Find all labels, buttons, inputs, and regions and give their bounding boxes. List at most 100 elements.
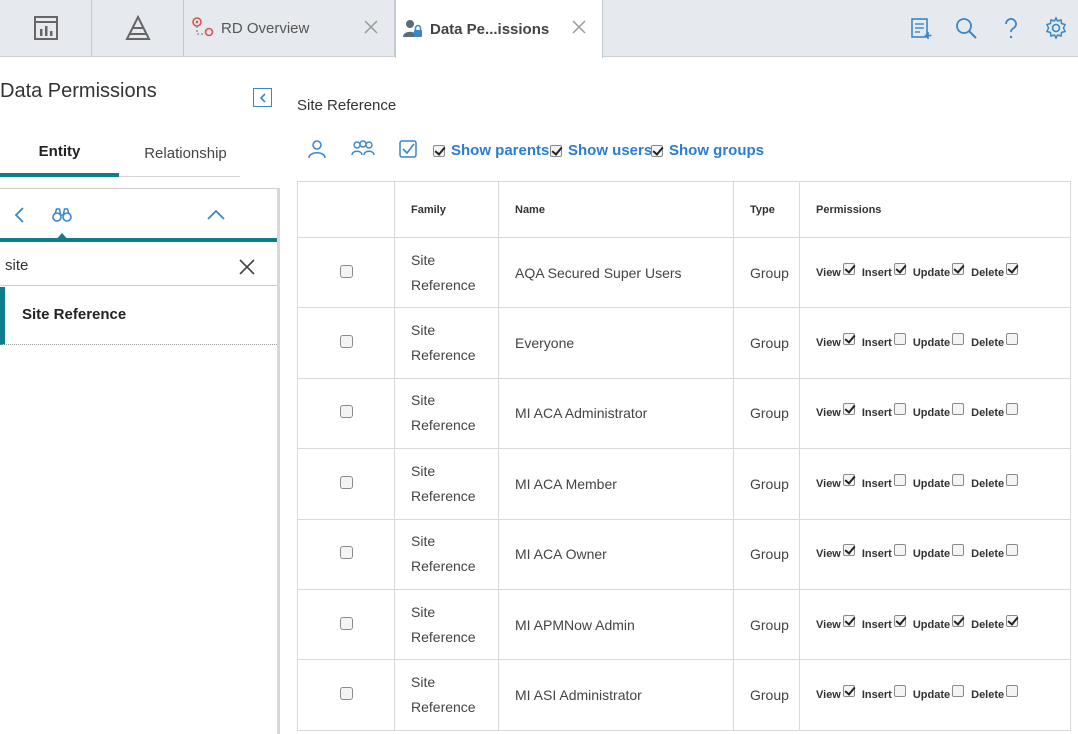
table-row[interactable]: Site Reference MI ACA Administrator Group Vi… xyxy=(297,377,1071,450)
show-users-checkbox[interactable] xyxy=(550,144,562,157)
tab-dashboard[interactable] xyxy=(0,0,92,56)
delete-label: Delete xyxy=(971,689,1005,702)
insert-checkbox[interactable] xyxy=(893,544,906,557)
tab-entity[interactable]: Entity xyxy=(0,130,119,177)
search-button[interactable] xyxy=(943,0,988,56)
family-text: Site xyxy=(411,603,436,620)
show-parents-toggle[interactable]: Show parents xyxy=(433,142,549,159)
select-all-button[interactable] xyxy=(395,136,421,162)
delete-checkbox[interactable] xyxy=(1006,685,1019,698)
view-checkbox[interactable] xyxy=(842,614,855,627)
tab-hierarchy[interactable] xyxy=(92,0,184,56)
table-row[interactable]: Site Reference Everyone Group View Insert Upda… xyxy=(297,307,1071,379)
back-button[interactable] xyxy=(8,203,32,227)
chevron-left-icon xyxy=(14,207,24,223)
table-row[interactable]: Site Reference MI ACA Owner Group View Insert… xyxy=(297,518,1071,590)
delete-checkbox[interactable] xyxy=(1006,614,1019,627)
insert-checkbox[interactable] xyxy=(893,333,906,346)
row-select-cell xyxy=(297,659,395,731)
row-select-checkbox[interactable] xyxy=(339,335,353,349)
search-result-item[interactable]: Site Reference xyxy=(0,287,277,345)
update-checkbox[interactable] xyxy=(952,685,965,698)
column-header-family[interactable]: Family xyxy=(394,181,499,238)
table-row[interactable]: Site Reference AQA Secured Super Users Grou… xyxy=(297,236,1071,309)
insert-checkbox[interactable] xyxy=(893,403,906,416)
delete-label: Delete xyxy=(971,618,1005,631)
view-checkbox[interactable] xyxy=(842,262,855,275)
family-text: Site xyxy=(411,251,436,268)
delete-checkbox[interactable] xyxy=(1006,403,1019,416)
tree-toolbar xyxy=(0,189,277,242)
view-checkbox[interactable] xyxy=(842,544,855,557)
tab-rd-overview[interactable]: RD Overview xyxy=(185,0,395,56)
delete-checkbox[interactable] xyxy=(1006,544,1019,557)
show-parents-checkbox[interactable] xyxy=(433,144,445,157)
view-checkbox[interactable] xyxy=(842,473,855,486)
view-checkbox[interactable] xyxy=(842,685,855,698)
insert-checkbox[interactable] xyxy=(893,262,906,275)
close-icon[interactable] xyxy=(570,18,588,36)
update-checkbox[interactable] xyxy=(952,614,965,627)
update-label: Update xyxy=(912,548,951,561)
chevron-left-icon xyxy=(259,92,266,103)
search-input[interactable] xyxy=(5,257,225,274)
insert-checkbox[interactable] xyxy=(893,685,906,698)
top-actions xyxy=(898,0,1078,56)
name-cell: Everyone xyxy=(498,307,734,379)
show-groups-label: Show groups xyxy=(669,142,764,159)
row-select-checkbox[interactable] xyxy=(339,475,353,489)
table-row[interactable]: Site Reference MI ASI Administrator Group Vi… xyxy=(297,659,1071,731)
entity-tree-panel: Site Reference xyxy=(0,188,280,734)
column-header-name[interactable]: Name xyxy=(498,181,734,238)
notes-button[interactable] xyxy=(898,0,943,56)
column-header-type[interactable]: Type xyxy=(733,181,800,238)
notes-icon xyxy=(910,18,931,39)
chevron-up-icon xyxy=(207,209,225,220)
show-users-toggle[interactable]: Show users xyxy=(550,142,652,159)
update-checkbox[interactable] xyxy=(952,473,965,486)
insert-checkbox[interactable] xyxy=(893,473,906,486)
view-checkbox[interactable] xyxy=(842,403,855,416)
delete-checkbox[interactable] xyxy=(1006,333,1019,346)
add-user-button[interactable] xyxy=(304,136,330,162)
active-pointer xyxy=(54,233,70,242)
entity-tabs: Entity Relationship xyxy=(0,130,240,177)
help-button[interactable] xyxy=(988,0,1033,56)
permissions-group: View Insert Update Delete xyxy=(816,473,1070,490)
close-icon[interactable] xyxy=(362,18,380,36)
binoculars-icon xyxy=(52,208,72,222)
row-select-checkbox[interactable] xyxy=(339,264,353,278)
close-icon[interactable] xyxy=(237,257,257,277)
delete-checkbox[interactable] xyxy=(1006,262,1019,275)
row-select-checkbox[interactable] xyxy=(339,546,353,560)
show-groups-checkbox[interactable] xyxy=(651,144,663,157)
update-checkbox[interactable] xyxy=(952,262,965,275)
family-text: Site xyxy=(411,674,436,691)
column-header-permissions[interactable]: Permissions xyxy=(799,181,1071,238)
collapse-up-button[interactable] xyxy=(204,203,228,227)
family-cell: Site Reference xyxy=(394,448,499,520)
show-groups-toggle[interactable]: Show groups xyxy=(651,142,764,159)
permissions-group: View Insert Update Delete xyxy=(816,614,1070,631)
family-text: Site xyxy=(411,392,436,409)
family-text: Reference xyxy=(411,558,476,575)
collapse-panel-button[interactable] xyxy=(253,88,272,107)
select-all-icon xyxy=(399,140,417,158)
row-select-checkbox[interactable] xyxy=(339,405,353,419)
update-checkbox[interactable] xyxy=(952,544,965,557)
view-checkbox[interactable] xyxy=(842,333,855,346)
row-select-checkbox[interactable] xyxy=(339,616,353,630)
settings-button[interactable] xyxy=(1033,0,1078,56)
table-row[interactable]: Site Reference MI APMNow Admin Group View Ins… xyxy=(297,588,1071,661)
delete-checkbox[interactable] xyxy=(1006,473,1019,486)
permissions-group: View Insert Update Delete xyxy=(816,262,1070,279)
tab-relationship[interactable]: Relationship xyxy=(128,130,243,177)
update-checkbox[interactable] xyxy=(952,333,965,346)
add-group-button[interactable] xyxy=(350,136,376,162)
insert-checkbox[interactable] xyxy=(893,614,906,627)
row-select-checkbox[interactable] xyxy=(339,687,353,701)
update-checkbox[interactable] xyxy=(952,403,965,416)
find-button[interactable] xyxy=(50,203,74,227)
tab-data-permissions[interactable]: Data Pe...issions xyxy=(395,0,603,58)
table-row[interactable]: Site Reference MI ACA Member Group View Inser… xyxy=(297,448,1071,520)
